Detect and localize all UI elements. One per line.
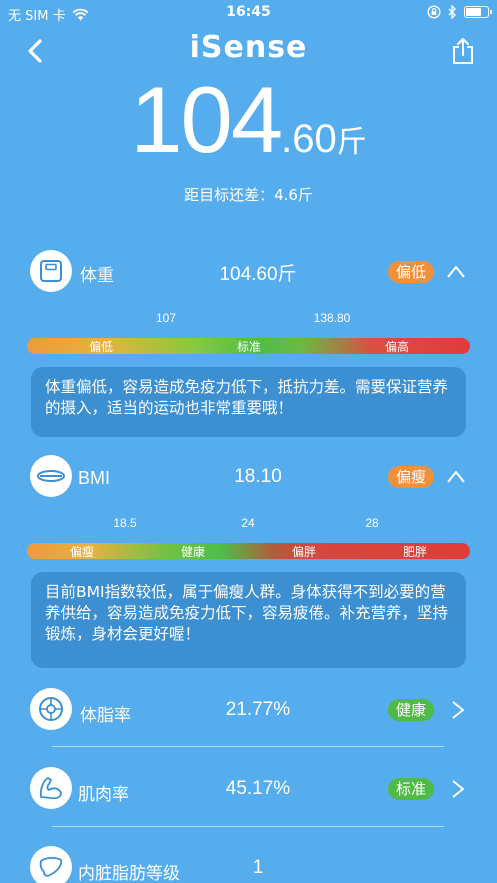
- muscle-icon-wrap: [30, 767, 72, 809]
- bmi-icon-wrap: [30, 455, 72, 497]
- bmi-range-bar: 偏瘦 健康 偏胖 肥胖: [27, 543, 470, 559]
- status-time: 16:45: [226, 4, 271, 20]
- weight-segment-low: 偏低: [88, 339, 114, 354]
- share-icon[interactable]: [451, 37, 475, 65]
- target-difference: 距目标还差：4.6斤: [184, 186, 313, 204]
- status-bar: 无 SIM 卡 16:45: [0, 0, 497, 26]
- weight-tip: 体重偏低，容易造成免疫力低下，抵抗力差。需要保证营养的摄入，适当的运动也非常重要…: [31, 367, 466, 437]
- chevron-up-icon[interactable]: [446, 467, 466, 487]
- bmi-status-badge: 偏瘦: [388, 466, 435, 488]
- muscle-value: 45.17%: [225, 778, 291, 799]
- visceral-value: 1: [252, 857, 264, 878]
- scale-icon-wrap: [30, 250, 72, 292]
- weight-segment-standard: 标准: [236, 339, 262, 354]
- weight-status-badge: 偏低: [388, 261, 435, 283]
- weight-integer: 104: [130, 67, 283, 172]
- weight-label: 体重: [80, 266, 114, 286]
- weight-decimal: .60: [281, 117, 337, 161]
- bmi-value: 18.10: [234, 466, 282, 487]
- muscle-divider: [52, 826, 444, 827]
- liver-icon: [39, 856, 63, 877]
- status-right: [427, 5, 492, 19]
- weight-segment-high: 偏高: [384, 339, 410, 354]
- bmi-segment-obese: 肥胖: [402, 544, 428, 559]
- chevron-up-icon[interactable]: [446, 262, 466, 282]
- bmi-segment-healthy: 健康: [180, 544, 206, 559]
- bmi-tape-icon: [37, 470, 65, 482]
- fat-icon-wrap: [30, 688, 72, 730]
- weight-tick-2: 138.80: [313, 311, 351, 325]
- fat-status-badge: 健康: [388, 699, 435, 721]
- battery-fill: [466, 8, 481, 16]
- chevron-right-icon[interactable]: [448, 779, 468, 799]
- fat-value: 21.77%: [225, 699, 291, 720]
- visceral-icon-wrap: [30, 846, 72, 883]
- weight-unit: 斤: [336, 125, 367, 160]
- muscle-label: 肌肉率: [78, 785, 129, 805]
- battery-icon: [464, 6, 492, 18]
- bmi-segment-overweight: 偏胖: [291, 544, 317, 559]
- weight-value: 104.60斤: [219, 264, 297, 285]
- bmi-tick-1: 18.5: [113, 516, 137, 530]
- chevron-right-icon[interactable]: [448, 700, 468, 720]
- fat-label: 体脂率: [80, 706, 131, 726]
- weight-range-bar: 偏低 标准 偏高: [27, 338, 470, 354]
- bmi-label: BMI: [78, 468, 111, 488]
- brand-logo: iSense: [189, 30, 308, 65]
- weight-tick-1: 107: [155, 311, 177, 325]
- bmi-tip: 目前BMI指数较低，属于偏瘦人群。身体获得不到必要的营养供给，容易造成免疫力低下…: [31, 572, 466, 668]
- lock-rotation-icon: [427, 5, 441, 19]
- fat-divider: [52, 746, 444, 747]
- bluetooth-icon: [448, 5, 456, 19]
- bmi-tick-3: 28: [365, 516, 379, 530]
- muscle-status-badge: 标准: [388, 778, 435, 800]
- bmi-tick-2: 24: [241, 516, 255, 530]
- current-weight: 104.60斤: [0, 66, 497, 174]
- muscle-arm-icon: [39, 777, 62, 800]
- scale-icon: [40, 260, 62, 282]
- bmi-segment-underweight: 偏瘦: [69, 544, 95, 559]
- body-fat-icon: [39, 697, 63, 721]
